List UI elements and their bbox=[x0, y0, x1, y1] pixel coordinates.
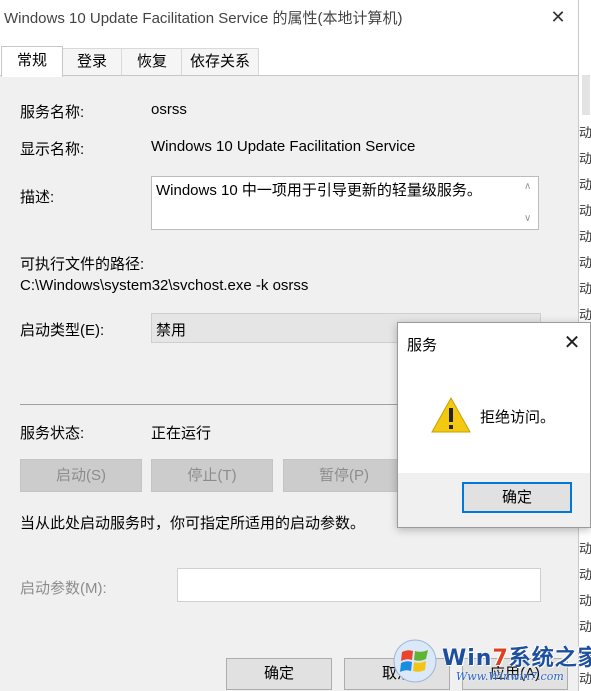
background-list-item: 动 bbox=[579, 255, 591, 270]
close-icon[interactable]: ✕ bbox=[541, 3, 575, 31]
dialog-button-area: 确定 bbox=[398, 473, 590, 527]
title-bar: Windows 10 Update Facilitation Service 的… bbox=[0, 0, 578, 34]
description-field[interactable]: Windows 10 中一项用于引导更新的轻量级服务。 ∧ ∨ bbox=[151, 176, 539, 230]
service-status-value: 正在运行 bbox=[151, 425, 212, 442]
start-params-label: 启动参数(M): bbox=[20, 580, 107, 597]
display-name-value: Windows 10 Update Facilitation Service bbox=[151, 138, 416, 155]
tab-general[interactable]: 常规 bbox=[1, 46, 63, 77]
pause-button[interactable]: 暂停(P) bbox=[283, 459, 405, 492]
tab-dependencies[interactable]: 依存关系 bbox=[181, 48, 259, 75]
warning-icon bbox=[431, 397, 471, 433]
service-name-value: osrss bbox=[151, 101, 187, 118]
start-params-input[interactable] bbox=[177, 568, 541, 602]
exe-path-label: 可执行文件的路径: bbox=[20, 256, 145, 273]
background-list-item: 动 bbox=[579, 541, 591, 556]
background-list-item: 动 bbox=[579, 619, 591, 634]
background-list-item: 动 bbox=[579, 125, 591, 140]
tab-strip: 常规 登录 恢复 依存关系 bbox=[0, 46, 578, 77]
display-name-label: 显示名称: bbox=[20, 141, 85, 158]
window-title: Windows 10 Update Facilitation Service 的… bbox=[4, 10, 403, 27]
description-text: Windows 10 中一项用于引导更新的轻量级服务。 bbox=[156, 182, 482, 199]
windows-logo-icon bbox=[393, 639, 437, 683]
background-list-item: 动 bbox=[579, 229, 591, 244]
service-name-label: 服务名称: bbox=[20, 104, 85, 121]
watermark-brand: Win7系统之家 bbox=[442, 646, 591, 671]
start-params-hint: 当从此处启动服务时，你可指定所适用的启动参数。 bbox=[20, 515, 366, 532]
background-scrollbar[interactable] bbox=[582, 75, 590, 115]
tab-recovery[interactable]: 恢复 bbox=[121, 48, 183, 75]
background-list-item: 动 bbox=[579, 307, 591, 322]
watermark: Win7系统之家 Www.Winwin7.com bbox=[392, 636, 591, 691]
exe-path-value: C:\Windows\system32\svchost.exe -k osrss bbox=[20, 277, 309, 294]
background-list-item: 动 bbox=[579, 567, 591, 582]
background-list-item: 动 bbox=[579, 593, 591, 608]
description-label: 描述: bbox=[20, 189, 55, 206]
background-list-item: 动 bbox=[579, 281, 591, 296]
dialog-title: 服务 bbox=[407, 337, 438, 354]
startup-type-label: 启动类型(E): bbox=[20, 322, 105, 339]
service-status-label: 服务状态: bbox=[20, 425, 85, 442]
tab-logon[interactable]: 登录 bbox=[61, 48, 123, 75]
chevron-down-icon[interactable]: ∨ bbox=[524, 213, 531, 224]
description-scrollbar[interactable]: ∧ ∨ bbox=[520, 177, 538, 229]
dialog-message: 拒绝访问。 bbox=[480, 409, 556, 426]
start-button[interactable]: 启动(S) bbox=[20, 459, 142, 492]
dialog-ok-button[interactable]: 确定 bbox=[462, 482, 572, 513]
stop-button[interactable]: 停止(T) bbox=[151, 459, 273, 492]
ok-button[interactable]: 确定 bbox=[226, 658, 332, 690]
background-list-item: 动 bbox=[579, 151, 591, 166]
background-list-item: 动 bbox=[579, 177, 591, 192]
startup-type-value: 禁用 bbox=[156, 322, 187, 339]
background-list-item: 动 bbox=[579, 203, 591, 218]
close-icon[interactable]: ✕ bbox=[558, 329, 586, 357]
access-denied-dialog: 服务 ✕ 拒绝访问。 确定 bbox=[397, 322, 591, 528]
watermark-url: Www.Winwin7.com bbox=[456, 670, 564, 683]
chevron-up-icon[interactable]: ∧ bbox=[524, 181, 531, 192]
